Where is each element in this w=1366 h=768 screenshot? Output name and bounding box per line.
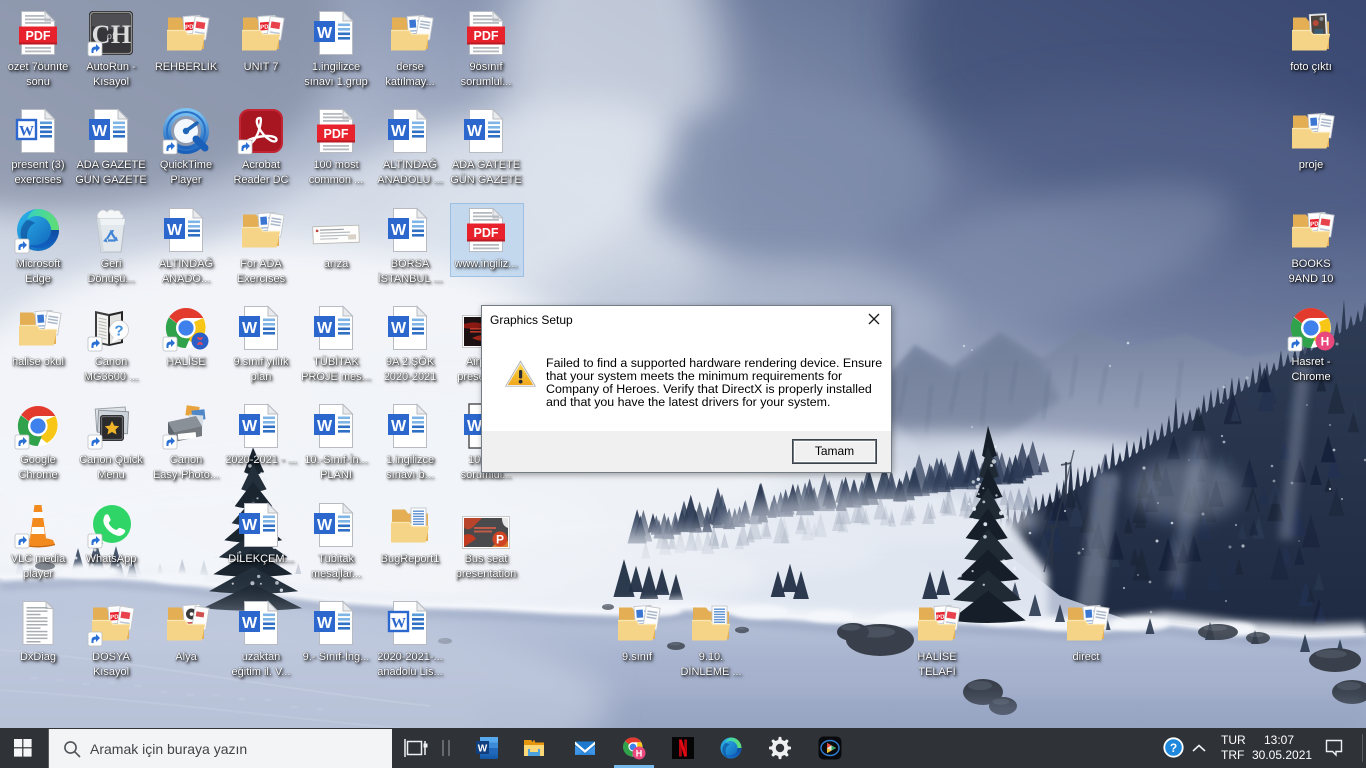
svg-text:H: H bbox=[636, 749, 643, 759]
svg-text:?: ? bbox=[1170, 741, 1177, 755]
svg-text:W: W bbox=[478, 744, 488, 755]
